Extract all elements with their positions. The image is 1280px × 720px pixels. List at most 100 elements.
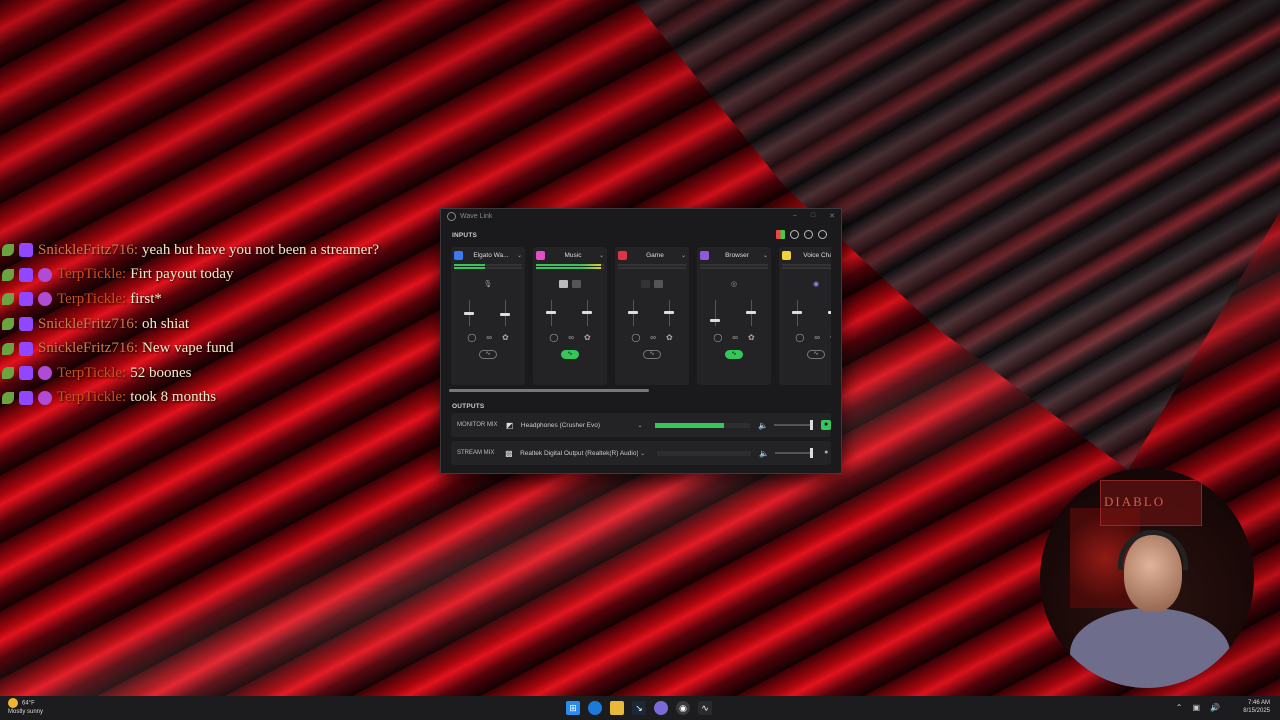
obs-icon[interactable]: ◉: [676, 701, 690, 715]
mix-link-toggle[interactable]: ∿: [643, 350, 661, 359]
broadcast-icon[interactable]: ✿: [666, 333, 673, 342]
headphones-icon[interactable]: ◯: [713, 333, 722, 342]
stream-slider-knob[interactable]: [582, 311, 592, 314]
input-channel[interactable]: Voice Chat⌄ ◉ ◯ ∞ ✿ ∿: [779, 247, 831, 385]
clock[interactable]: 7:46 AM 8/15/2025: [1243, 699, 1270, 715]
wave-link-taskbar-icon[interactable]: ∿: [698, 701, 712, 715]
user-account-icon[interactable]: [818, 230, 827, 239]
chevron-down-icon[interactable]: ⌄: [517, 252, 522, 259]
link-icon[interactable]: ∞: [650, 333, 656, 342]
mix-link-toggle[interactable]: ∿: [807, 350, 825, 359]
chevron-down-icon[interactable]: ⌄: [599, 252, 604, 259]
stream-slider-knob[interactable]: [828, 311, 831, 314]
maximize-icon[interactable]: □: [811, 212, 815, 220]
globe-icon[interactable]: [790, 230, 799, 239]
headphones-icon[interactable]: ◯: [549, 333, 558, 342]
chevron-down-icon[interactable]: ⌄: [640, 450, 645, 457]
input-channel[interactable]: Game ⌄ ◯ ∞ ✿ ∿: [615, 247, 689, 385]
speaker-icon[interactable]: 🔈: [758, 421, 768, 430]
input-channel[interactable]: Music ⌄ ◯ ∞ ✿ ∿: [533, 247, 607, 385]
input-channels[interactable]: Elgato Wa... ⌄ 🎙 ◯ ∞ ✿ ∿ Music ⌄ ◯ ∞ ✿ ∿ Game ⌄ ◯ ∞ ✿ ∿ Bro…: [451, 247, 831, 387]
microphone-icon[interactable]: 🎙: [484, 280, 493, 288]
volume-slider-knob[interactable]: [810, 448, 814, 458]
ear-monitor-icon[interactable]: ●: [821, 420, 831, 430]
channel-effects[interactable]: 🎙: [451, 277, 525, 291]
stream-slider-knob[interactable]: [500, 313, 510, 317]
stream-slider-knob[interactable]: [664, 311, 674, 314]
monitor-slider-track[interactable]: [715, 300, 716, 326]
chevron-down-icon[interactable]: ⌄: [763, 252, 768, 259]
channel-effects[interactable]: [615, 277, 689, 291]
mix-link-toggle[interactable]: ∿: [561, 350, 579, 359]
windows-start-icon[interactable]: ⊞: [566, 701, 580, 715]
channels-scrollbar[interactable]: [449, 389, 649, 392]
app-icon[interactable]: [654, 701, 668, 715]
headphones-icon[interactable]: ◯: [631, 333, 640, 342]
headphones-icon: ◩: [505, 420, 514, 430]
monitor-slider-knob[interactable]: [628, 311, 638, 314]
monitor-slider-knob[interactable]: [792, 311, 802, 314]
broadcast-icon[interactable]: ✿: [584, 333, 591, 342]
chat-message: TerpTickle: first*: [0, 287, 379, 312]
mix-link-toggle[interactable]: ∿: [479, 350, 497, 359]
monitor-slider-knob[interactable]: [546, 311, 556, 314]
edge-browser-icon[interactable]: [588, 701, 602, 715]
title-bar[interactable]: Wave Link – □ ✕: [441, 209, 841, 223]
output-device-dropdown[interactable]: ◩ Headphones (Crusher Evo) ⌄: [506, 421, 643, 430]
network-icon[interactable]: ▣: [1192, 703, 1200, 712]
channel-header[interactable]: Music ⌄: [533, 247, 607, 263]
link-icon[interactable]: ∞: [732, 333, 738, 342]
headphones-icon[interactable]: ◯: [795, 333, 804, 342]
broadcast-icon[interactable]: ✿: [830, 333, 831, 342]
volume-icon[interactable]: 🔊: [1210, 703, 1220, 712]
weather-widget[interactable]: 64°F Mostly sunny: [8, 698, 43, 716]
broadcast-icon[interactable]: ✿: [748, 333, 755, 342]
input-channel[interactable]: Elgato Wa... ⌄ 🎙 ◯ ∞ ✿ ∿: [451, 247, 525, 385]
plugin-button[interactable]: [654, 280, 663, 288]
channel-level-meter: [618, 264, 686, 266]
file-explorer-icon[interactable]: [610, 701, 624, 715]
globe-icon[interactable]: ◎: [731, 280, 737, 288]
mix-link-toggle[interactable]: ∿: [725, 350, 743, 359]
settings-gear-icon[interactable]: [804, 230, 813, 239]
input-channel[interactable]: Browser ⌄ ◎ ◯ ∞ ✿ ∿: [697, 247, 771, 385]
volume-slider-knob[interactable]: [810, 420, 814, 430]
channel-level-meter-right: [454, 267, 522, 269]
channel-header[interactable]: Browser ⌄: [697, 247, 771, 263]
speaker-icon[interactable]: 🔈: [759, 449, 769, 458]
marketplace-icon[interactable]: [776, 230, 785, 239]
close-icon[interactable]: ✕: [829, 212, 835, 220]
output-volume-slider[interactable]: [775, 448, 814, 458]
link-icon[interactable]: ∞: [486, 333, 492, 342]
subscriber-badge-icon: [38, 390, 52, 405]
plugin-button[interactable]: [641, 280, 650, 288]
stream-slider-knob[interactable]: [746, 311, 756, 314]
channel-source-icon: [700, 250, 709, 260]
tray-chevron-icon[interactable]: ⌃: [1176, 703, 1183, 712]
output-device-dropdown[interactable]: ▩ Realtek Digital Output (Realtek(R) Audi…: [505, 449, 645, 458]
discord-icon[interactable]: ◉: [813, 280, 819, 288]
channel-level-meter-right: [536, 267, 604, 269]
chevron-down-icon[interactable]: ⌄: [638, 422, 643, 429]
channel-header[interactable]: Elgato Wa... ⌄: [451, 247, 525, 263]
channel-header[interactable]: Game ⌄: [615, 247, 689, 263]
plugin-button[interactable]: [572, 280, 581, 288]
leaf-badge-icon: [2, 244, 14, 257]
channel-header[interactable]: Voice Chat⌄: [779, 247, 831, 263]
channel-effects[interactable]: [533, 277, 607, 291]
output-volume-slider[interactable]: [774, 420, 814, 430]
wave-link-window[interactable]: Wave Link – □ ✕ INPUTS Elgato Wa... ⌄ 🎙 ◯ ∞ ✿…: [440, 208, 842, 474]
link-icon[interactable]: ∞: [568, 333, 574, 342]
minimize-icon[interactable]: –: [793, 212, 797, 220]
plugin-button[interactable]: [559, 280, 568, 288]
channel-effects[interactable]: ◎: [697, 277, 771, 291]
link-icon[interactable]: ∞: [814, 333, 820, 342]
monitor-slider-knob[interactable]: [464, 312, 474, 316]
monitor-slider-knob[interactable]: [710, 318, 720, 322]
broadcast-icon[interactable]: ✿: [502, 333, 509, 342]
ear-monitor-icon[interactable]: ●: [821, 448, 831, 458]
headphones-icon[interactable]: ◯: [467, 333, 476, 342]
channel-effects[interactable]: ◉: [779, 277, 831, 291]
chevron-down-icon[interactable]: ⌄: [681, 252, 686, 259]
steam-icon[interactable]: ↘: [632, 701, 646, 715]
